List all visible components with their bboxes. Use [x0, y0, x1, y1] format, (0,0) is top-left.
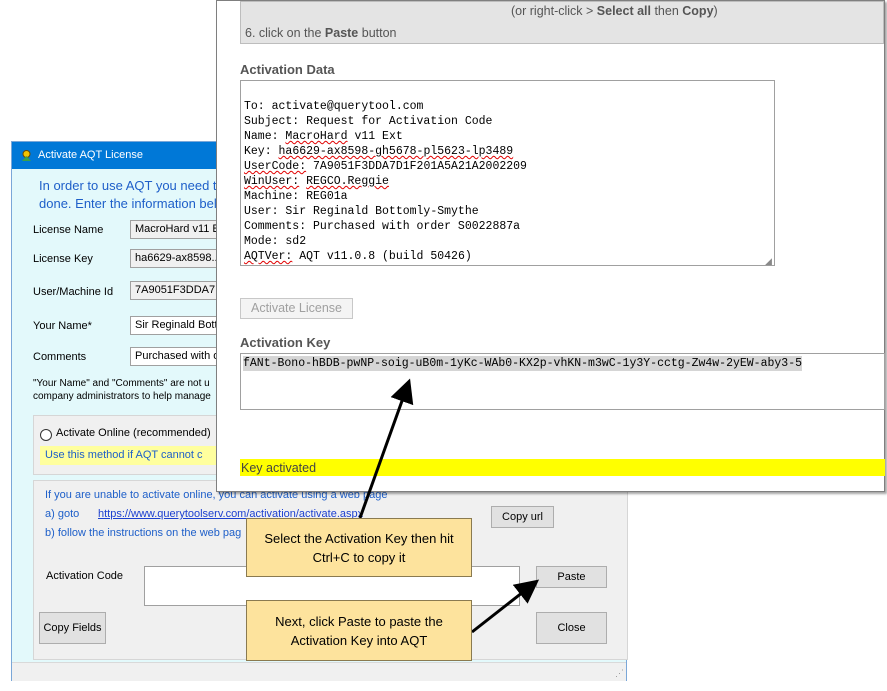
- callout-arrows: [358, 378, 540, 634]
- arrow-to-activation-key: [358, 378, 414, 519]
- callout-select-key: Select the Activation Key then hit Ctrl+…: [246, 518, 472, 577]
- callout-paste-key: Next, click Paste to paste the Activatio…: [246, 600, 472, 661]
- arrow-to-paste-button: [471, 579, 540, 634]
